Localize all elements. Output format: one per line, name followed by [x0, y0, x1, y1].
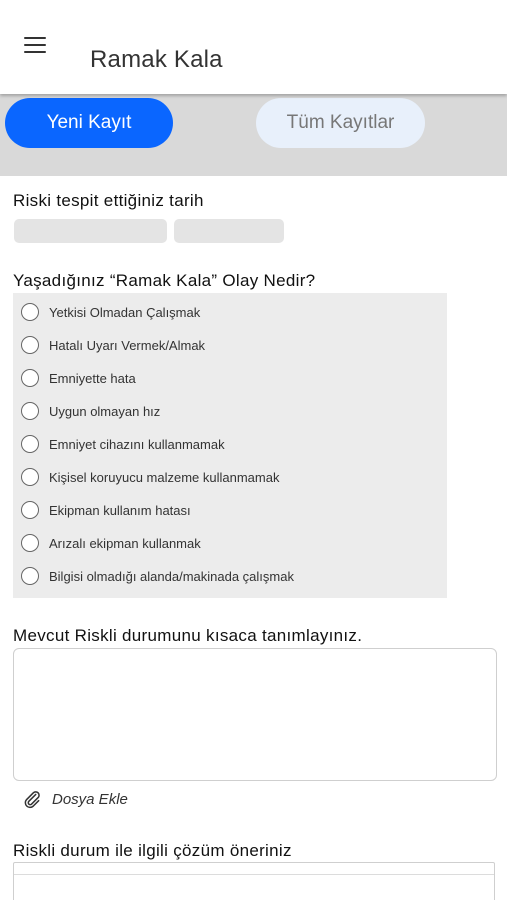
radio-option[interactable]: Kişisel koruyucu malzeme kullanmamak	[13, 465, 447, 489]
date-label: Riski tespit ettiğiniz tarih	[13, 191, 204, 210]
radio-circle-icon[interactable]	[21, 567, 39, 585]
radio-circle-icon[interactable]	[21, 303, 39, 321]
radio-option-label: Emniyet cihazını kullanmamak	[49, 436, 225, 452]
event-type-label: Yaşadığınız “Ramak Kala” Olay Nedir?	[13, 271, 316, 290]
description-label: Mevcut Riskli durumunu kısaca tanımlayın…	[13, 626, 363, 645]
radio-option[interactable]: Hatalı Uyarı Vermek/Almak	[13, 333, 447, 357]
attach-file-label: Dosya Ekle	[52, 790, 128, 808]
radio-option-label: Ekipman kullanım hatası	[49, 502, 191, 518]
page-title: Ramak Kala	[90, 46, 223, 73]
radio-option-label: Yetkisi Olmadan Çalışmak	[49, 304, 201, 320]
radio-circle-icon[interactable]	[21, 402, 39, 420]
solution-textarea[interactable]	[13, 862, 495, 900]
paperclip-icon	[24, 791, 40, 809]
tab-all-records[interactable]: Tüm Kayıtlar	[256, 98, 425, 148]
radio-option[interactable]: Emniyet cihazını kullanmamak	[13, 432, 447, 456]
radio-option-label: Emniyette hata	[49, 370, 136, 386]
attach-file-button[interactable]: Dosya Ekle	[22, 789, 128, 809]
event-options-list[interactable]: Yetkisi Olmadan Çalışmak Hatalı Uyarı Ve…	[13, 293, 447, 598]
tab-bar: Yeni Kayıt Tüm Kayıtlar	[0, 94, 507, 176]
radio-circle-icon[interactable]	[21, 369, 39, 387]
time-field[interactable]	[174, 219, 284, 243]
radio-circle-icon[interactable]	[21, 468, 39, 486]
radio-circle-icon[interactable]	[21, 435, 39, 453]
description-textarea[interactable]	[13, 648, 497, 781]
tab-new-record[interactable]: Yeni Kayıt	[5, 98, 173, 148]
radio-option[interactable]: Emniyette hata	[13, 366, 447, 390]
radio-option-label: Kişisel koruyucu malzeme kullanmamak	[49, 469, 280, 485]
radio-circle-icon[interactable]	[21, 534, 39, 552]
date-field[interactable]	[14, 219, 167, 243]
solution-label: Riskli durum ile ilgili çözüm öneriniz	[13, 841, 292, 860]
radio-option-label: Arızalı ekipman kullanmak	[49, 535, 201, 551]
radio-circle-icon[interactable]	[21, 501, 39, 519]
radio-option[interactable]: Arızalı ekipman kullanmak	[13, 531, 447, 555]
radio-option[interactable]: Ekipman kullanım hatası	[13, 498, 447, 522]
app-header: Ramak Kala	[0, 0, 507, 94]
radio-option[interactable]: Uygun olmayan hız	[13, 399, 447, 423]
radio-option-label: Bilgisi olmadığı alanda/makinada çalışma…	[49, 568, 294, 584]
radio-option-label: Uygun olmayan hız	[49, 403, 161, 419]
radio-option-partial[interactable]	[13, 595, 447, 598]
radio-option-label: Hatalı Uyarı Vermek/Almak	[49, 337, 206, 353]
radio-option[interactable]: Bilgisi olmadığı alanda/makinada çalışma…	[13, 564, 447, 588]
radio-circle-icon[interactable]	[21, 336, 39, 354]
textarea-divider	[14, 874, 494, 875]
radio-option[interactable]: Yetkisi Olmadan Çalışmak	[13, 300, 447, 324]
menu-icon[interactable]	[24, 37, 46, 53]
